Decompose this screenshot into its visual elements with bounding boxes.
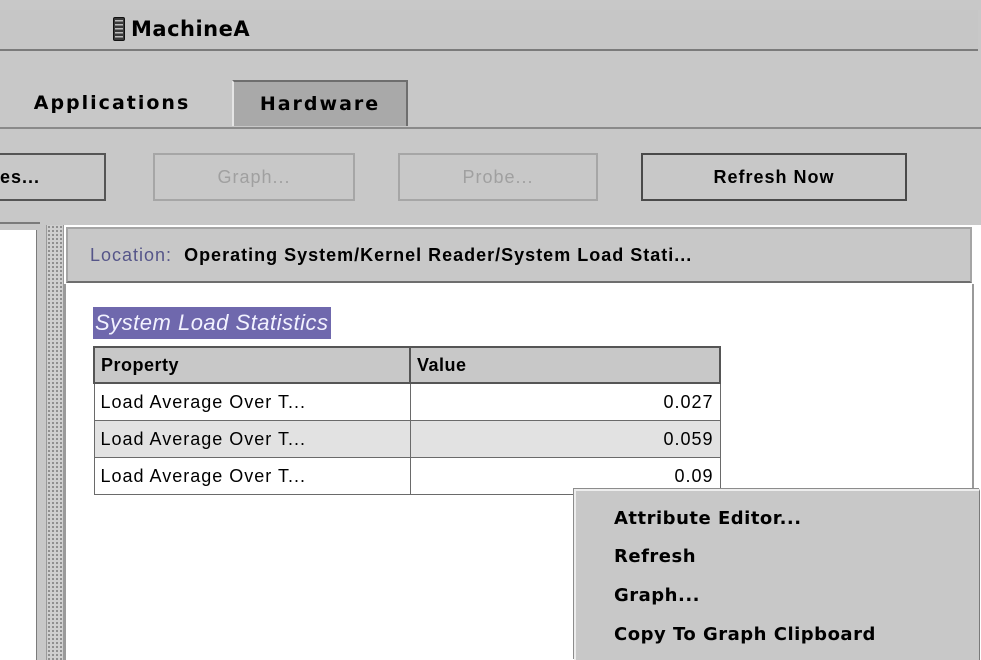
- properties-table: Property Value Load Average Over T... 0.…: [93, 346, 721, 495]
- property-cell[interactable]: Load Average Over T...: [93, 420, 411, 458]
- app-window: MachineA Applications Hardware es... Gra…: [0, 0, 981, 660]
- column-header-property[interactable]: Property: [93, 346, 411, 384]
- menu-item-copy-to-graph-clipboard[interactable]: Copy To Graph Clipboard: [614, 624, 876, 645]
- tab-hardware[interactable]: Hardware: [232, 80, 408, 126]
- graph-button[interactable]: Graph...: [153, 153, 355, 201]
- title-bar: MachineA: [0, 10, 978, 51]
- value-cell[interactable]: 0.059: [409, 420, 721, 458]
- value-cell[interactable]: 0.027: [409, 382, 721, 421]
- menu-item-graph[interactable]: Graph...: [614, 585, 700, 606]
- section-title: System Load Statistics: [93, 307, 331, 339]
- tab-divider: [0, 127, 981, 129]
- property-cell[interactable]: Load Average Over T...: [93, 382, 411, 421]
- tab-applications[interactable]: Applications: [0, 80, 230, 126]
- refresh-now-button[interactable]: Refresh Now: [641, 153, 907, 201]
- column-header-value[interactable]: Value: [409, 346, 721, 384]
- context-menu: Attribute Editor... Refresh Graph... Cop…: [574, 489, 980, 660]
- location-path: Operating System/Kernel Reader/System Lo…: [184, 244, 693, 265]
- location-label: Location:: [90, 244, 173, 265]
- probe-button[interactable]: Probe...: [398, 153, 598, 201]
- table-header-row: Property Value: [93, 346, 721, 384]
- property-cell[interactable]: Load Average Over T...: [93, 457, 411, 495]
- table-row[interactable]: Load Average Over T... 0.059: [93, 420, 721, 458]
- window-title-group: MachineA: [113, 17, 250, 41]
- menu-item-attribute-editor[interactable]: Attribute Editor...: [614, 508, 802, 529]
- window-title: MachineA: [131, 17, 251, 41]
- table-row[interactable]: Load Average Over T... 0.027: [93, 382, 721, 421]
- tree-view[interactable]: [0, 230, 37, 660]
- server-icon: [113, 17, 125, 41]
- menu-item-refresh[interactable]: Refresh: [614, 546, 696, 567]
- location-bar: Location: Operating System/Kernel Reader…: [66, 227, 972, 283]
- services-button[interactable]: es...: [0, 153, 106, 201]
- splitter-handle[interactable]: [46, 225, 64, 660]
